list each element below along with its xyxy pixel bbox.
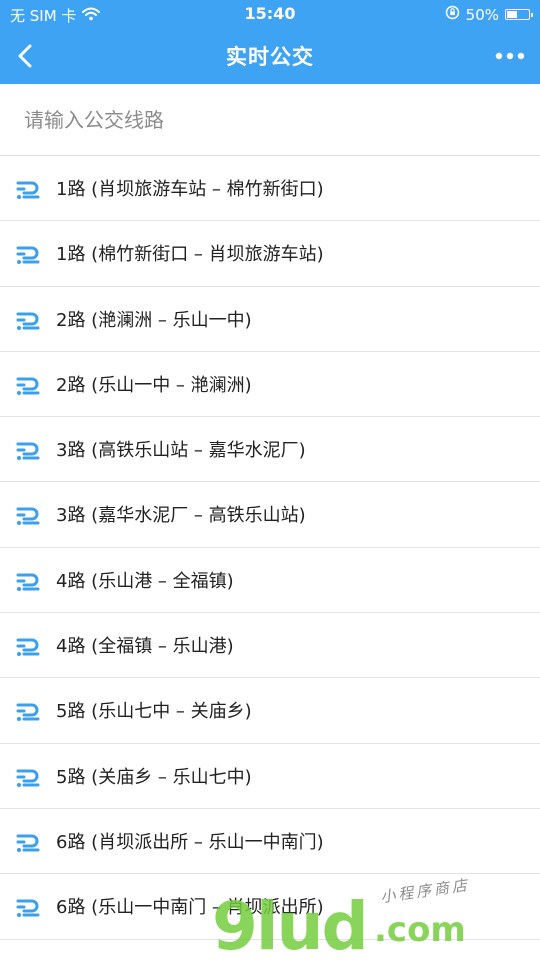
route-item[interactable]: 6路 (肖坝派出所 – 乐山一中南门) xyxy=(0,809,540,875)
more-dots-icon xyxy=(495,52,525,60)
bus-route-icon xyxy=(15,829,41,855)
route-label: 3路 (嘉华水泥厂 – 高铁乐山站) xyxy=(56,505,306,527)
search-box xyxy=(0,84,540,156)
route-label: 6路 (乐山一中南门 – 肖坝派出所) xyxy=(56,897,324,919)
battery-percent: 50% xyxy=(465,5,499,24)
status-right: 50% xyxy=(445,5,533,24)
bus-route-icon xyxy=(15,894,41,920)
bus-route-icon xyxy=(15,568,41,594)
route-label: 1路 (肖坝旅游车站 – 棉竹新街口) xyxy=(56,179,324,200)
route-item[interactable]: 5路 (乐山七中 – 关庙乡) xyxy=(0,678,540,744)
route-item[interactable]: 2路 (乐山一中 – 滟澜洲) xyxy=(0,352,540,418)
battery-icon xyxy=(505,9,533,20)
bus-route-icon xyxy=(15,241,41,267)
route-item[interactable]: 1路 (肖坝旅游车站 – 棉竹新街口) xyxy=(0,156,540,222)
route-item[interactable]: 4路 (全福镇 – 乐山港) xyxy=(0,613,540,679)
route-list: 1路 (肖坝旅游车站 – 棉竹新街口) 1路 (棉竹新街口 – 肖坝旅游车站) 2路… xyxy=(0,156,540,940)
route-item[interactable]: 6路 (乐山一中南门 – 肖坝派出所) xyxy=(0,874,540,940)
route-label: 1路 (棉竹新街口 – 肖坝旅游车站) xyxy=(56,244,324,266)
route-item[interactable]: 2路 (滟澜洲 – 乐山一中) xyxy=(0,287,540,352)
bus-route-icon xyxy=(15,502,41,528)
route-label: 5路 (乐山七中 – 关庙乡) xyxy=(56,701,252,723)
top-bar: 无 SIM 卡 15:40 50% 实时公交 xyxy=(0,0,540,84)
bus-route-icon xyxy=(15,372,41,398)
bus-route-icon xyxy=(15,437,41,463)
route-item[interactable]: 4路 (乐山港 – 全福镇) xyxy=(0,548,540,614)
route-label: 4路 (全福镇 – 乐山港) xyxy=(56,636,234,658)
page-title: 实时公交 xyxy=(226,45,314,69)
orientation-lock-icon xyxy=(445,5,460,24)
bus-route-icon xyxy=(15,698,41,724)
nav-bar: 实时公交 xyxy=(0,28,540,84)
route-item[interactable]: 3路 (嘉华水泥厂 – 高铁乐山站) xyxy=(0,482,540,548)
battery-fill xyxy=(507,11,517,18)
bus-route-icon xyxy=(15,633,41,659)
route-label: 2路 (乐山一中 – 滟澜洲) xyxy=(56,374,252,396)
route-item[interactable]: 5路 (关庙乡 – 乐山七中) xyxy=(0,744,540,809)
route-label: 4路 (乐山港 – 全福镇) xyxy=(56,570,234,592)
route-item[interactable]: 3路 (高铁乐山站 – 嘉华水泥厂) xyxy=(0,417,540,483)
route-item[interactable]: 1路 (棉竹新街口 – 肖坝旅游车站) xyxy=(0,221,540,287)
bus-route-icon xyxy=(15,176,41,202)
bus-route-icon xyxy=(15,307,41,333)
route-label: 2路 (滟澜洲 – 乐山一中) xyxy=(56,309,252,331)
status-bar: 无 SIM 卡 15:40 50% xyxy=(0,0,540,28)
bus-route-icon xyxy=(15,764,41,790)
route-label: 5路 (关庙乡 – 乐山七中) xyxy=(56,766,252,788)
route-label: 3路 (高铁乐山站 – 嘉华水泥厂) xyxy=(56,440,306,462)
route-label: 6路 (肖坝派出所 – 乐山一中南门) xyxy=(56,831,324,853)
route-search-input[interactable] xyxy=(24,102,504,138)
more-button[interactable] xyxy=(490,36,530,76)
